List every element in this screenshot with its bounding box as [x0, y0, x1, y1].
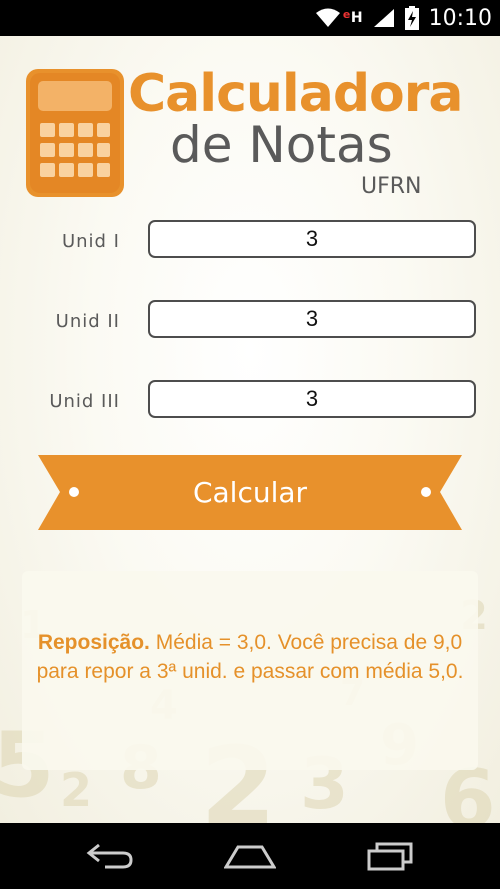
data-type-indicator: eH — [342, 8, 363, 26]
app-screen: 5 2 8 2 3 9 6 1 2 4 7 — [0, 36, 500, 823]
wifi-icon — [315, 8, 341, 28]
unit2-field[interactable] — [148, 300, 476, 338]
unit3-label: Unid III — [49, 391, 120, 412]
app-subtitle: UFRN — [361, 174, 422, 199]
recent-apps-icon[interactable] — [350, 833, 430, 879]
result-card: Reposição. Média = 3,0. Você precisa de … — [22, 571, 478, 770]
home-icon[interactable] — [210, 833, 290, 879]
unit3-field[interactable] — [148, 380, 476, 418]
signal-icon — [373, 8, 395, 28]
unit1-field[interactable] — [148, 220, 476, 258]
status-bar: eH 10:10 — [0, 0, 500, 36]
calculator-icon — [26, 69, 124, 197]
status-time: 10:10 — [428, 5, 492, 31]
battery-charging-icon — [404, 6, 419, 30]
calculate-button[interactable]: Calcular — [38, 455, 462, 530]
unit1-label: Unid I — [61, 231, 120, 252]
app-title-line1: Calculadora — [128, 64, 464, 124]
calculate-button-label: Calcular — [192, 476, 308, 509]
result-text: Reposição. Média = 3,0. Você precisa de … — [36, 628, 464, 686]
unit2-label: Unid II — [55, 311, 120, 332]
status-icons: eH 10:10 — [315, 0, 492, 36]
navigation-bar — [0, 823, 500, 889]
back-icon[interactable] — [70, 833, 150, 879]
app-title-line2: de Notas — [170, 116, 393, 174]
result-status: Reposição. — [37, 631, 150, 654]
